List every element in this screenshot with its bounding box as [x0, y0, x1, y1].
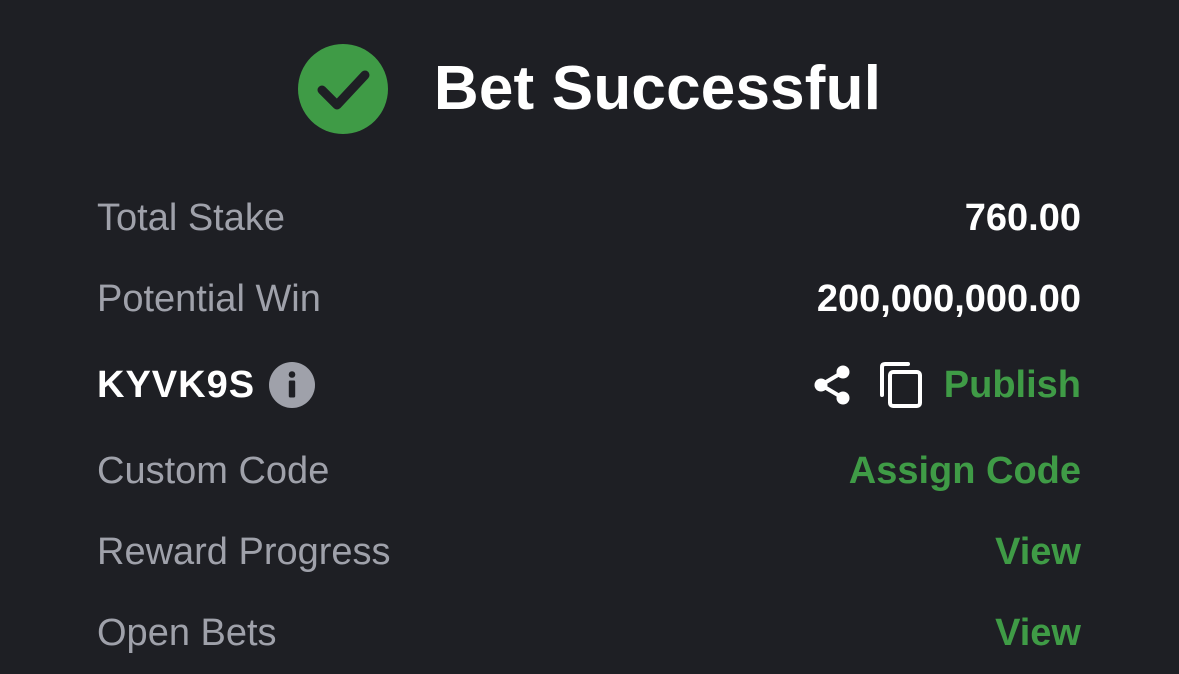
open-bets-row: Open Bets View: [97, 605, 1081, 661]
potential-win-row: Potential Win 200,000,000.00: [97, 271, 1081, 327]
custom-code-row: Custom Code Assign Code: [97, 443, 1081, 499]
booking-code: KYVK9S: [97, 364, 256, 406]
reward-progress-label: Reward Progress: [97, 531, 391, 573]
total-stake-value: 760.00: [964, 197, 1081, 239]
info-icon[interactable]: [269, 362, 316, 408]
booking-code-group: KYVK9S: [97, 362, 316, 408]
total-stake-label: Total Stake: [97, 197, 285, 239]
custom-code-label: Custom Code: [97, 450, 330, 492]
success-header: Bet Successful: [0, 44, 1179, 134]
share-icon[interactable]: [810, 362, 856, 408]
booking-actions: Publish: [810, 361, 1081, 409]
page-title: Bet Successful: [433, 54, 882, 123]
publish-link[interactable]: Publish: [944, 366, 1081, 404]
assign-code-link[interactable]: Assign Code: [849, 452, 1081, 490]
open-bets-label: Open Bets: [97, 612, 277, 654]
open-bets-view-link[interactable]: View: [995, 614, 1081, 652]
copy-icon[interactable]: [878, 361, 924, 409]
total-stake-row: Total Stake 760.00: [97, 190, 1081, 246]
check-circle-icon: [297, 44, 388, 134]
reward-progress-row: Reward Progress View: [97, 524, 1081, 580]
reward-progress-view-link[interactable]: View: [995, 533, 1081, 571]
booking-code-row: KYVK9S Publish: [97, 357, 1081, 413]
potential-win-label: Potential Win: [97, 278, 321, 320]
potential-win-value: 200,000,000.00: [816, 278, 1081, 320]
